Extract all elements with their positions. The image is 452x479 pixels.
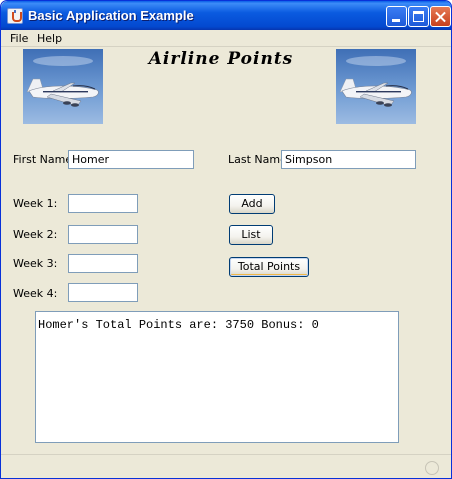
week-3-label: Week 3: — [13, 257, 58, 270]
first-name-field[interactable] — [68, 150, 194, 169]
resize-grip-icon[interactable] — [425, 461, 439, 475]
minimize-icon — [392, 19, 400, 22]
airplane-image-left — [23, 49, 103, 124]
add-button[interactable]: Add — [229, 194, 275, 214]
menu-help[interactable]: Help — [37, 32, 62, 45]
week-2-field[interactable] — [68, 225, 138, 244]
list-button[interactable]: List — [229, 225, 273, 245]
last-name-field[interactable] — [281, 150, 416, 169]
app-window: Basic Application Example File Help Airl… — [0, 0, 452, 479]
close-button[interactable] — [430, 6, 451, 27]
week-4-field[interactable] — [68, 283, 138, 302]
menu-bar: File Help — [1, 30, 451, 47]
menu-file[interactable]: File — [10, 32, 28, 45]
week-1-label: Week 1: — [13, 197, 58, 210]
java-app-icon — [7, 8, 23, 24]
title-bar[interactable]: Basic Application Example — [1, 1, 451, 30]
minimize-button[interactable] — [386, 6, 407, 27]
output-text-area[interactable]: Homer's Total Points are: 3750 Bonus: 0 — [35, 311, 399, 443]
week-1-field[interactable] — [68, 194, 138, 213]
window-title: Basic Application Example — [28, 8, 194, 23]
week-4-label: Week 4: — [13, 287, 58, 300]
status-bar — [1, 454, 451, 478]
maximize-icon — [413, 11, 424, 22]
page-title: Airline Points — [148, 49, 294, 69]
first-name-label: First Name: — [13, 153, 76, 166]
airplane-image-right — [336, 49, 416, 124]
week-3-field[interactable] — [68, 254, 138, 273]
week-2-label: Week 2: — [13, 228, 58, 241]
maximize-button[interactable] — [408, 6, 429, 27]
total-points-button[interactable]: Total Points — [229, 257, 309, 277]
